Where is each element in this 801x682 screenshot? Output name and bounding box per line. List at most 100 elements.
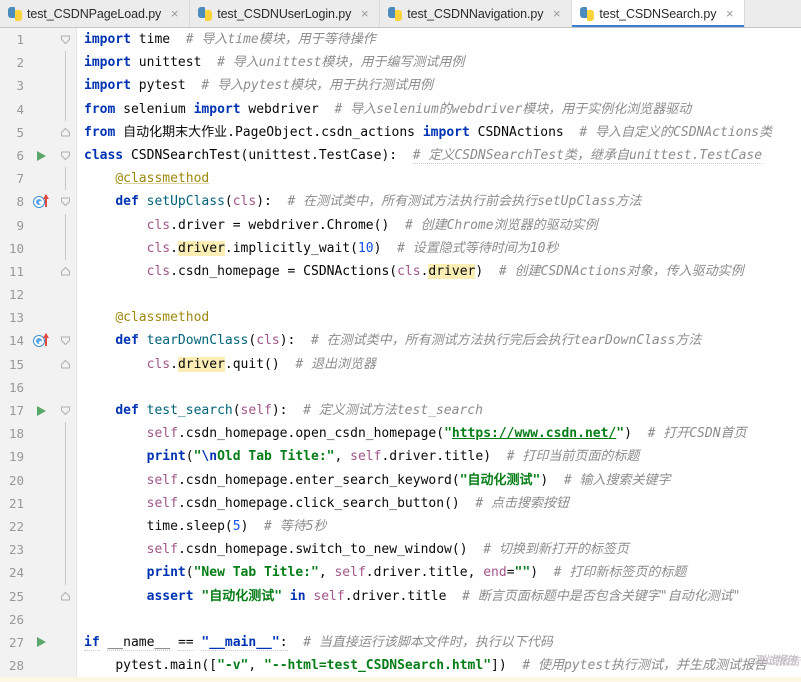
- fold-area[interactable]: [56, 491, 76, 515]
- python-file-icon: [580, 6, 595, 21]
- code-text: @classmethod: [115, 310, 210, 326]
- close-icon[interactable]: ×: [551, 7, 562, 20]
- line-number: 18: [0, 422, 30, 446]
- close-icon[interactable]: ×: [169, 7, 180, 20]
- fold-end-icon[interactable]: [60, 591, 71, 602]
- gutter-marker-area: [30, 422, 56, 446]
- fold-area[interactable]: [56, 538, 76, 562]
- gutter-marker-area: [30, 51, 56, 75]
- fold-end-icon[interactable]: [60, 359, 71, 370]
- fold-area[interactable]: [56, 143, 76, 168]
- code-text: self.csdn_homepage.click_search_button()…: [146, 495, 570, 511]
- fold-area[interactable]: [56, 236, 76, 260]
- fold-area[interactable]: [56, 167, 76, 191]
- line-number: 22: [0, 514, 30, 539]
- tab-test-csdnuserlogin[interactable]: test_CSDNUserLogin.py ×: [190, 0, 381, 27]
- run-script-icon[interactable]: [37, 637, 46, 648]
- close-icon[interactable]: ×: [359, 7, 370, 20]
- tab-label: test_CSDNUserLogin.py: [217, 6, 352, 21]
- code-line-row: 5 from 自动化期末大作业.PageObject.csdn_actions …: [0, 120, 801, 144]
- fold-area[interactable]: [56, 422, 76, 446]
- line-number: 6: [0, 143, 30, 168]
- code-line-row: 13 @classmethod: [0, 306, 801, 330]
- tab-test-csdnpageload[interactable]: test_CSDNPageLoad.py ×: [0, 0, 191, 27]
- code-text: self.csdn_homepage.open_csdn_homepage("h…: [146, 426, 747, 442]
- fold-end-icon[interactable]: [60, 127, 71, 138]
- fold-area[interactable]: [56, 399, 76, 423]
- gutter-marker-area: [30, 236, 56, 260]
- code-line-row: 23 self.csdn_homepage.switch_to_new_wind…: [0, 538, 801, 562]
- code-editor[interactable]: 1 import time # 导入time模块，用于等待操作 2 import…: [0, 28, 801, 682]
- code-line-row: 19 print("\nOld Tab Title:", self.driver…: [0, 445, 801, 469]
- code-text: cls.csdn_homepage = CSDNActions(cls.driv…: [146, 263, 744, 279]
- line-number: 28: [0, 654, 30, 678]
- gutter-marker-area[interactable]: [30, 329, 56, 353]
- fold-collapse-icon[interactable]: [60, 196, 71, 207]
- fold-area[interactable]: [56, 584, 76, 608]
- fold-area[interactable]: [56, 561, 76, 585]
- line-number: 7: [0, 167, 30, 191]
- override-method-icon[interactable]: [34, 193, 53, 208]
- fold-area[interactable]: [56, 97, 76, 121]
- gutter-marker-area: [30, 283, 56, 307]
- code-line-row: 24 print("New Tab Title:", self.driver.t…: [0, 561, 801, 585]
- code-text: print("\nOld Tab Title:", self.driver.ti…: [146, 449, 640, 465]
- code-line-row: 15 cls.driver.quit() # 退出浏览器: [0, 352, 801, 376]
- tab-test-csdnnavigation[interactable]: test_CSDNNavigation.py ×: [380, 0, 573, 27]
- line-number: 1: [0, 28, 30, 52]
- gutter-marker-area[interactable]: [30, 630, 56, 655]
- fold-end-icon[interactable]: [60, 266, 71, 277]
- code-text: assert "自动化测试" in self.driver.title # 断言…: [146, 588, 741, 604]
- fold-collapse-icon[interactable]: [60, 150, 71, 161]
- fold-collapse-icon[interactable]: [60, 405, 71, 416]
- fold-area[interactable]: [56, 28, 76, 52]
- run-test-icon[interactable]: [37, 150, 46, 161]
- line-number: 14: [0, 329, 30, 353]
- line-number: 24: [0, 561, 30, 585]
- line-number: 11: [0, 259, 30, 284]
- editor-tab-bar: test_CSDNPageLoad.py × test_CSDNUserLogi…: [0, 0, 801, 28]
- tab-label: test_CSDNPageLoad.py: [27, 6, 162, 21]
- tab-label: test_CSDNSearch.py: [599, 6, 717, 21]
- gutter-marker-area: [30, 491, 56, 515]
- fold-area[interactable]: [56, 51, 76, 75]
- line-number: 19: [0, 445, 30, 469]
- code-text: print("New Tab Title:", self.driver.titl…: [146, 565, 687, 581]
- code-line-row: 27 if __name__ == "__main__": # 当直接运行该脚本…: [0, 630, 801, 655]
- code-text: class CSDNSearchTest(unittest.TestCase):…: [84, 147, 763, 164]
- run-test-icon[interactable]: [37, 405, 46, 416]
- gutter-marker-area: [30, 607, 56, 631]
- gutter-marker-area: [30, 167, 56, 191]
- fold-area[interactable]: [56, 120, 76, 144]
- gutter-marker-area: [30, 584, 56, 608]
- python-file-icon: [388, 6, 403, 21]
- code-text: def tearDownClass(cls): # 在测试类中，所有测试方法执行…: [115, 333, 702, 349]
- code-line-row: 18 self.csdn_homepage.open_csdn_homepage…: [0, 422, 801, 446]
- fold-area: [56, 283, 76, 307]
- line-number: 21: [0, 491, 30, 515]
- fold-area[interactable]: [56, 468, 76, 492]
- fold-collapse-icon[interactable]: [60, 34, 71, 45]
- fold-area[interactable]: [56, 352, 76, 376]
- gutter-marker-area[interactable]: [30, 399, 56, 423]
- fold-area[interactable]: [56, 514, 76, 539]
- gutter-marker-area: [30, 654, 56, 678]
- fold-area[interactable]: [56, 445, 76, 469]
- tab-label: test_CSDNNavigation.py: [407, 6, 544, 21]
- fold-area[interactable]: [56, 329, 76, 353]
- fold-collapse-icon[interactable]: [60, 336, 71, 347]
- gutter-marker-area[interactable]: [30, 190, 56, 214]
- override-method-icon[interactable]: [34, 333, 53, 347]
- tab-test-csdnsearch[interactable]: test_CSDNSearch.py ×: [572, 0, 746, 27]
- line-number: 8: [0, 190, 30, 214]
- fold-area[interactable]: [56, 74, 76, 98]
- fold-area[interactable]: [56, 259, 76, 284]
- close-icon[interactable]: ×: [724, 7, 735, 20]
- code-text: cls.driver.implicitly_wait(10) # 设置隐式等待时…: [146, 240, 559, 256]
- fold-area[interactable]: [56, 213, 76, 237]
- code-line-row: 7 @classmethod: [0, 167, 801, 191]
- fold-area[interactable]: [56, 190, 76, 214]
- line-number: 20: [0, 468, 30, 492]
- gutter-marker-area[interactable]: [30, 143, 56, 168]
